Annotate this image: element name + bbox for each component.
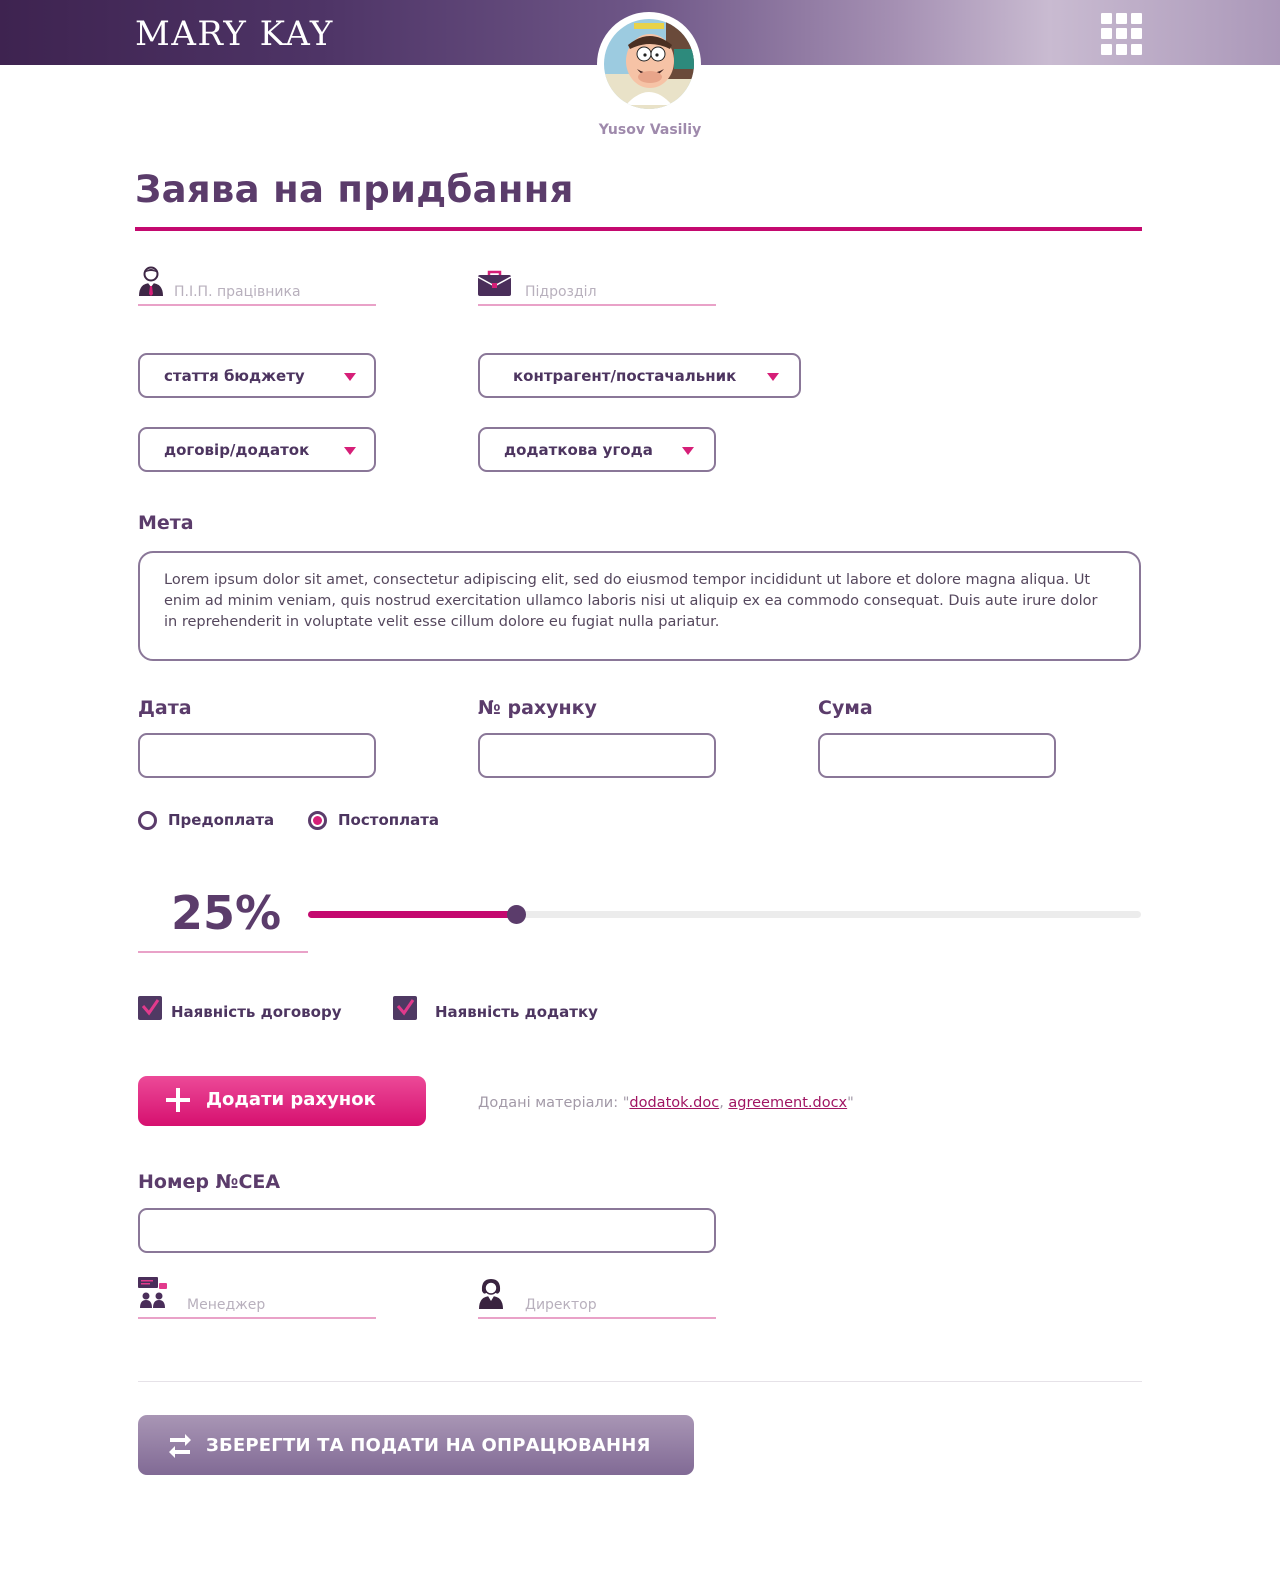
swap-arrows-icon <box>168 1433 192 1463</box>
contract-present-label: Наявність договору <box>171 1003 342 1021</box>
director-placeholder: Директор <box>525 1297 597 1313</box>
postpayment-radio[interactable]: Постоплата <box>308 810 448 830</box>
brand-logo[interactable]: MARY KAY <box>135 14 334 54</box>
slider-fill <box>308 911 517 918</box>
save-and-submit-label: ЗБЕРЕГТИ ТА ПОДАТИ НА ОПРАЦЮВАННЯ <box>206 1435 651 1456</box>
radio-circle-selected <box>308 811 327 830</box>
add-invoice-label: Додати рахунок <box>206 1089 376 1110</box>
manager-field[interactable]: Менеджер <box>138 1277 376 1319</box>
director-icon <box>478 1277 504 1313</box>
purpose-textarea[interactable]: Lorem ipsum dolor sit amet, consectetur … <box>138 551 1141 661</box>
file-link-dodatok[interactable]: dodatok.doc <box>629 1095 719 1111</box>
invoice-number-label: № рахунку <box>478 697 597 719</box>
section-divider <box>138 1381 1142 1382</box>
department-field[interactable]: Підрозділ <box>477 270 716 306</box>
attached-files-suffix: " <box>847 1095 854 1111</box>
user-avatar[interactable] <box>597 12 701 116</box>
attached-files-prefix: Додані матеріали: " <box>478 1095 630 1111</box>
add-invoice-button[interactable]: Додати рахунок <box>138 1076 426 1126</box>
appendix-present-label: Наявність додатку <box>435 1003 598 1021</box>
sum-input[interactable] <box>818 733 1056 778</box>
contract-present-checkbox[interactable]: Наявність договору <box>138 996 342 1022</box>
director-field[interactable]: Директор <box>478 1279 716 1319</box>
title-underline <box>135 227 1142 231</box>
purpose-label: Мета <box>138 512 194 534</box>
percent-value: 25% <box>171 886 282 940</box>
save-and-submit-button[interactable]: ЗБЕРЕГТИ ТА ПОДАТИ НА ОПРАЦЮВАННЯ <box>138 1415 694 1475</box>
chevron-down-icon <box>767 373 779 381</box>
attached-files: Додані матеріали: "dodatok.doc, agreemen… <box>478 1095 854 1111</box>
budget-item-select[interactable]: стаття бюджету <box>138 353 376 398</box>
apps-grid-icon[interactable] <box>1101 13 1143 55</box>
sum-label: Сума <box>818 697 873 719</box>
counterparty-select[interactable]: контрагент/постачальник <box>478 353 801 398</box>
page-title: Заява на придбання <box>135 168 574 211</box>
contract-value: договір/додаток <box>164 441 310 459</box>
file-link-agreement[interactable]: agreement.docx <box>728 1095 847 1111</box>
additional-agreement-select[interactable]: додаткова угода <box>478 427 716 472</box>
contract-select[interactable]: договір/додаток <box>138 427 376 472</box>
chevron-down-icon <box>344 373 356 381</box>
chevron-down-icon <box>344 447 356 455</box>
cea-number-label: Номер №CEA <box>138 1171 281 1193</box>
appendix-present-checkbox[interactable]: Наявність додатку <box>393 996 598 1022</box>
date-label: Дата <box>138 697 192 719</box>
additional-agreement-value: додаткова угода <box>504 441 653 459</box>
employee-name-field[interactable]: П.І.П. працівника <box>138 266 376 306</box>
budget-item-value: стаття бюджету <box>164 367 305 385</box>
percent-slider[interactable] <box>308 905 1141 924</box>
postpayment-label: Постоплата <box>338 811 440 829</box>
slider-handle[interactable] <box>507 905 527 924</box>
chevron-down-icon <box>682 447 694 455</box>
prepayment-radio[interactable]: Предоплата <box>138 810 278 830</box>
department-placeholder: Підрозділ <box>525 284 597 300</box>
checkbox-checked-icon <box>138 996 162 1020</box>
manager-icon <box>138 1277 168 1313</box>
employee-name-placeholder: П.І.П. працівника <box>174 284 301 300</box>
percent-field[interactable]: 25% <box>138 880 308 953</box>
date-input[interactable] <box>138 733 376 778</box>
user-name: Yusov Vasiliy <box>598 122 702 138</box>
employee-icon <box>138 266 164 300</box>
radio-circle <box>138 811 157 830</box>
briefcase-icon <box>477 270 512 300</box>
counterparty-value: контрагент/постачальник <box>513 367 737 385</box>
manager-placeholder: Менеджер <box>187 1297 266 1313</box>
cea-number-input[interactable] <box>138 1208 716 1253</box>
prepayment-label: Предоплата <box>168 811 275 829</box>
invoice-number-input[interactable] <box>478 733 716 778</box>
checkbox-checked-icon <box>393 996 417 1020</box>
plus-icon <box>166 1088 190 1112</box>
